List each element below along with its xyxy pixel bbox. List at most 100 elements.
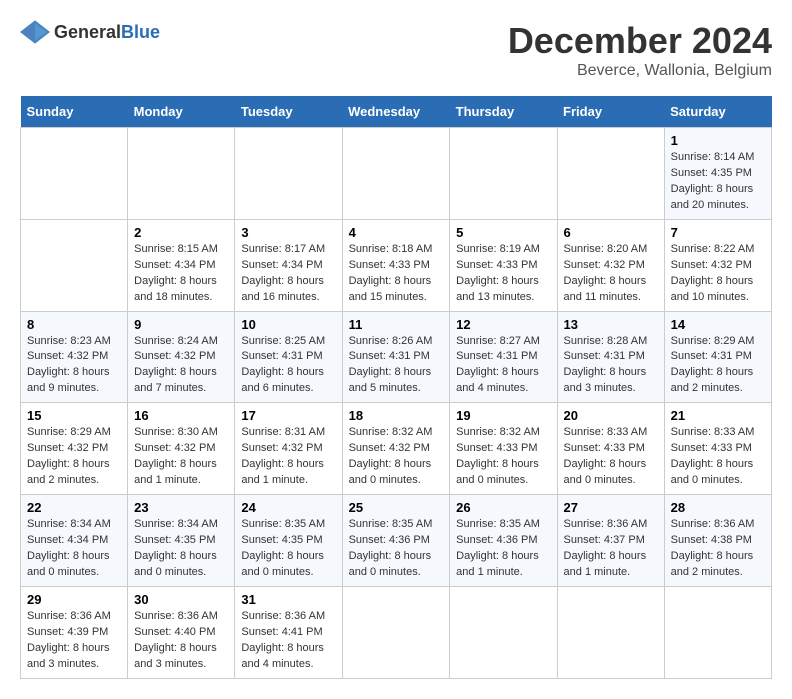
calendar-week-row: 2Sunrise: 8:15 AMSunset: 4:34 PMDaylight…	[21, 219, 772, 311]
calendar-cell: 5 Sunrise: 8:19 AMSunset: 4:33 PMDaylight…	[450, 219, 557, 311]
day-detail: Sunrise: 8:25 AMSunset: 4:31 PMDaylight:…	[241, 335, 325, 395]
day-number: 19	[456, 408, 550, 423]
calendar-cell-empty	[557, 128, 664, 220]
calendar-cell: 25 Sunrise: 8:35 AMSunset: 4:36 PMDayligh…	[342, 495, 450, 587]
day-detail: Sunrise: 8:36 AMSunset: 4:41 PMDaylight:…	[241, 610, 325, 670]
day-number: 9	[134, 317, 228, 332]
day-detail: Sunrise: 8:35 AMSunset: 4:36 PMDaylight:…	[456, 518, 540, 578]
day-detail: Sunrise: 8:36 AMSunset: 4:38 PMDaylight:…	[671, 518, 755, 578]
calendar-day-header: Monday	[128, 96, 235, 128]
calendar-cell: 23Sunrise: 8:34 AMSunset: 4:35 PMDayligh…	[128, 495, 235, 587]
day-detail: Sunrise: 8:32 AMSunset: 4:32 PMDaylight:…	[349, 426, 433, 486]
day-detail: Sunrise: 8:22 AMSunset: 4:32 PMDaylight:…	[671, 243, 755, 303]
calendar-cell: 28 Sunrise: 8:36 AMSunset: 4:38 PMDayligh…	[664, 495, 771, 587]
day-detail: Sunrise: 8:36 AMSunset: 4:39 PMDaylight:…	[27, 610, 111, 670]
day-number: 1	[671, 133, 765, 148]
day-detail: Sunrise: 8:34 AMSunset: 4:34 PMDaylight:…	[27, 518, 111, 578]
calendar-cell: 4 Sunrise: 8:18 AMSunset: 4:33 PMDaylight…	[342, 219, 450, 311]
calendar-cell: 21 Sunrise: 8:33 AMSunset: 4:33 PMDayligh…	[664, 403, 771, 495]
day-detail: Sunrise: 8:15 AMSunset: 4:34 PMDaylight:…	[134, 243, 218, 303]
day-number: 8	[27, 317, 121, 332]
calendar-cell: 24Sunrise: 8:35 AMSunset: 4:35 PMDayligh…	[235, 495, 342, 587]
day-detail: Sunrise: 8:33 AMSunset: 4:33 PMDaylight:…	[564, 426, 648, 486]
day-detail: Sunrise: 8:26 AMSunset: 4:31 PMDaylight:…	[349, 335, 433, 395]
calendar-day-header: Friday	[557, 96, 664, 128]
day-detail: Sunrise: 8:35 AMSunset: 4:36 PMDaylight:…	[349, 518, 433, 578]
calendar-body: 1 Sunrise: 8:14 AMSunset: 4:35 PMDaylight…	[21, 128, 772, 679]
calendar-cell-empty	[21, 128, 128, 220]
day-number: 20	[564, 408, 658, 423]
day-detail: Sunrise: 8:14 AMSunset: 4:35 PMDaylight:…	[671, 151, 755, 211]
calendar-week-row: 29Sunrise: 8:36 AMSunset: 4:39 PMDayligh…	[21, 586, 772, 678]
location-title: Beverce, Wallonia, Belgium	[508, 62, 772, 80]
day-number: 11	[349, 317, 444, 332]
calendar-cell: 27Sunrise: 8:36 AMSunset: 4:37 PMDayligh…	[557, 495, 664, 587]
calendar-week-row: 8Sunrise: 8:23 AMSunset: 4:32 PMDaylight…	[21, 311, 772, 403]
month-title: December 2024	[508, 20, 772, 62]
calendar-cell-empty	[450, 128, 557, 220]
calendar-day-header: Sunday	[21, 96, 128, 128]
calendar-week-row: 15Sunrise: 8:29 AMSunset: 4:32 PMDayligh…	[21, 403, 772, 495]
day-detail: Sunrise: 8:27 AMSunset: 4:31 PMDaylight:…	[456, 335, 540, 395]
day-detail: Sunrise: 8:30 AMSunset: 4:32 PMDaylight:…	[134, 426, 218, 486]
day-number: 3	[241, 225, 335, 240]
day-detail: Sunrise: 8:19 AMSunset: 4:33 PMDaylight:…	[456, 243, 540, 303]
day-detail: Sunrise: 8:18 AMSunset: 4:33 PMDaylight:…	[349, 243, 433, 303]
day-detail: Sunrise: 8:31 AMSunset: 4:32 PMDaylight:…	[241, 426, 325, 486]
calendar-day-header: Thursday	[450, 96, 557, 128]
day-number: 12	[456, 317, 550, 332]
calendar-cell: 1 Sunrise: 8:14 AMSunset: 4:35 PMDaylight…	[664, 128, 771, 220]
calendar-cell-empty	[342, 586, 450, 678]
calendar-cell: 10 Sunrise: 8:25 AMSunset: 4:31 PMDayligh…	[235, 311, 342, 403]
day-number: 26	[456, 500, 550, 515]
calendar-cell: 12 Sunrise: 8:27 AMSunset: 4:31 PMDayligh…	[450, 311, 557, 403]
day-detail: Sunrise: 8:36 AMSunset: 4:40 PMDaylight:…	[134, 610, 218, 670]
day-detail: Sunrise: 8:34 AMSunset: 4:35 PMDaylight:…	[134, 518, 218, 578]
day-detail: Sunrise: 8:33 AMSunset: 4:33 PMDaylight:…	[671, 426, 755, 486]
day-number: 4	[349, 225, 444, 240]
day-number: 18	[349, 408, 444, 423]
calendar-cell: 11 Sunrise: 8:26 AMSunset: 4:31 PMDayligh…	[342, 311, 450, 403]
calendar-cell: 9 Sunrise: 8:24 AMSunset: 4:32 PMDaylight…	[128, 311, 235, 403]
day-number: 15	[27, 408, 121, 423]
day-detail: Sunrise: 8:32 AMSunset: 4:33 PMDaylight:…	[456, 426, 540, 486]
logo-icon	[20, 20, 50, 44]
day-number: 25	[349, 500, 444, 515]
logo-blue: Blue	[121, 22, 160, 42]
day-detail: Sunrise: 8:28 AMSunset: 4:31 PMDaylight:…	[564, 335, 648, 395]
title-area: December 2024 Beverce, Wallonia, Belgium	[508, 20, 772, 80]
logo: GeneralBlue	[20, 20, 160, 44]
day-number: 7	[671, 225, 765, 240]
day-number: 14	[671, 317, 765, 332]
calendar-day-header: Wednesday	[342, 96, 450, 128]
calendar-cell-empty	[450, 586, 557, 678]
calendar-cell-empty	[128, 128, 235, 220]
calendar-cell: 8Sunrise: 8:23 AMSunset: 4:32 PMDaylight…	[21, 311, 128, 403]
day-number: 5	[456, 225, 550, 240]
day-number: 28	[671, 500, 765, 515]
day-number: 6	[564, 225, 658, 240]
calendar-day-header: Tuesday	[235, 96, 342, 128]
calendar-cell: 20 Sunrise: 8:33 AMSunset: 4:33 PMDayligh…	[557, 403, 664, 495]
day-detail: Sunrise: 8:29 AMSunset: 4:31 PMDaylight:…	[671, 335, 755, 395]
day-detail: Sunrise: 8:24 AMSunset: 4:32 PMDaylight:…	[134, 335, 218, 395]
calendar-cell-empty	[342, 128, 450, 220]
calendar-cell: 26 Sunrise: 8:35 AMSunset: 4:36 PMDayligh…	[450, 495, 557, 587]
day-detail: Sunrise: 8:20 AMSunset: 4:32 PMDaylight:…	[564, 243, 648, 303]
page-header: GeneralBlue December 2024 Beverce, Wallo…	[20, 20, 772, 80]
calendar-cell: 30Sunrise: 8:36 AMSunset: 4:40 PMDayligh…	[128, 586, 235, 678]
day-number: 10	[241, 317, 335, 332]
calendar-header-row: SundayMondayTuesdayWednesdayThursdayFrid…	[21, 96, 772, 128]
day-number: 22	[27, 500, 121, 515]
logo-general: General	[54, 22, 121, 42]
calendar-cell: 19 Sunrise: 8:32 AMSunset: 4:33 PMDayligh…	[450, 403, 557, 495]
calendar-cell: 2Sunrise: 8:15 AMSunset: 4:34 PMDaylight…	[128, 219, 235, 311]
calendar-cell: 3Sunrise: 8:17 AMSunset: 4:34 PMDaylight…	[235, 219, 342, 311]
day-number: 21	[671, 408, 765, 423]
day-number: 24	[241, 500, 335, 515]
day-number: 13	[564, 317, 658, 332]
calendar-cell-empty	[21, 219, 128, 311]
day-number: 27	[564, 500, 658, 515]
calendar-table: SundayMondayTuesdayWednesdayThursdayFrid…	[20, 96, 772, 679]
calendar-cell: 18 Sunrise: 8:32 AMSunset: 4:32 PMDayligh…	[342, 403, 450, 495]
